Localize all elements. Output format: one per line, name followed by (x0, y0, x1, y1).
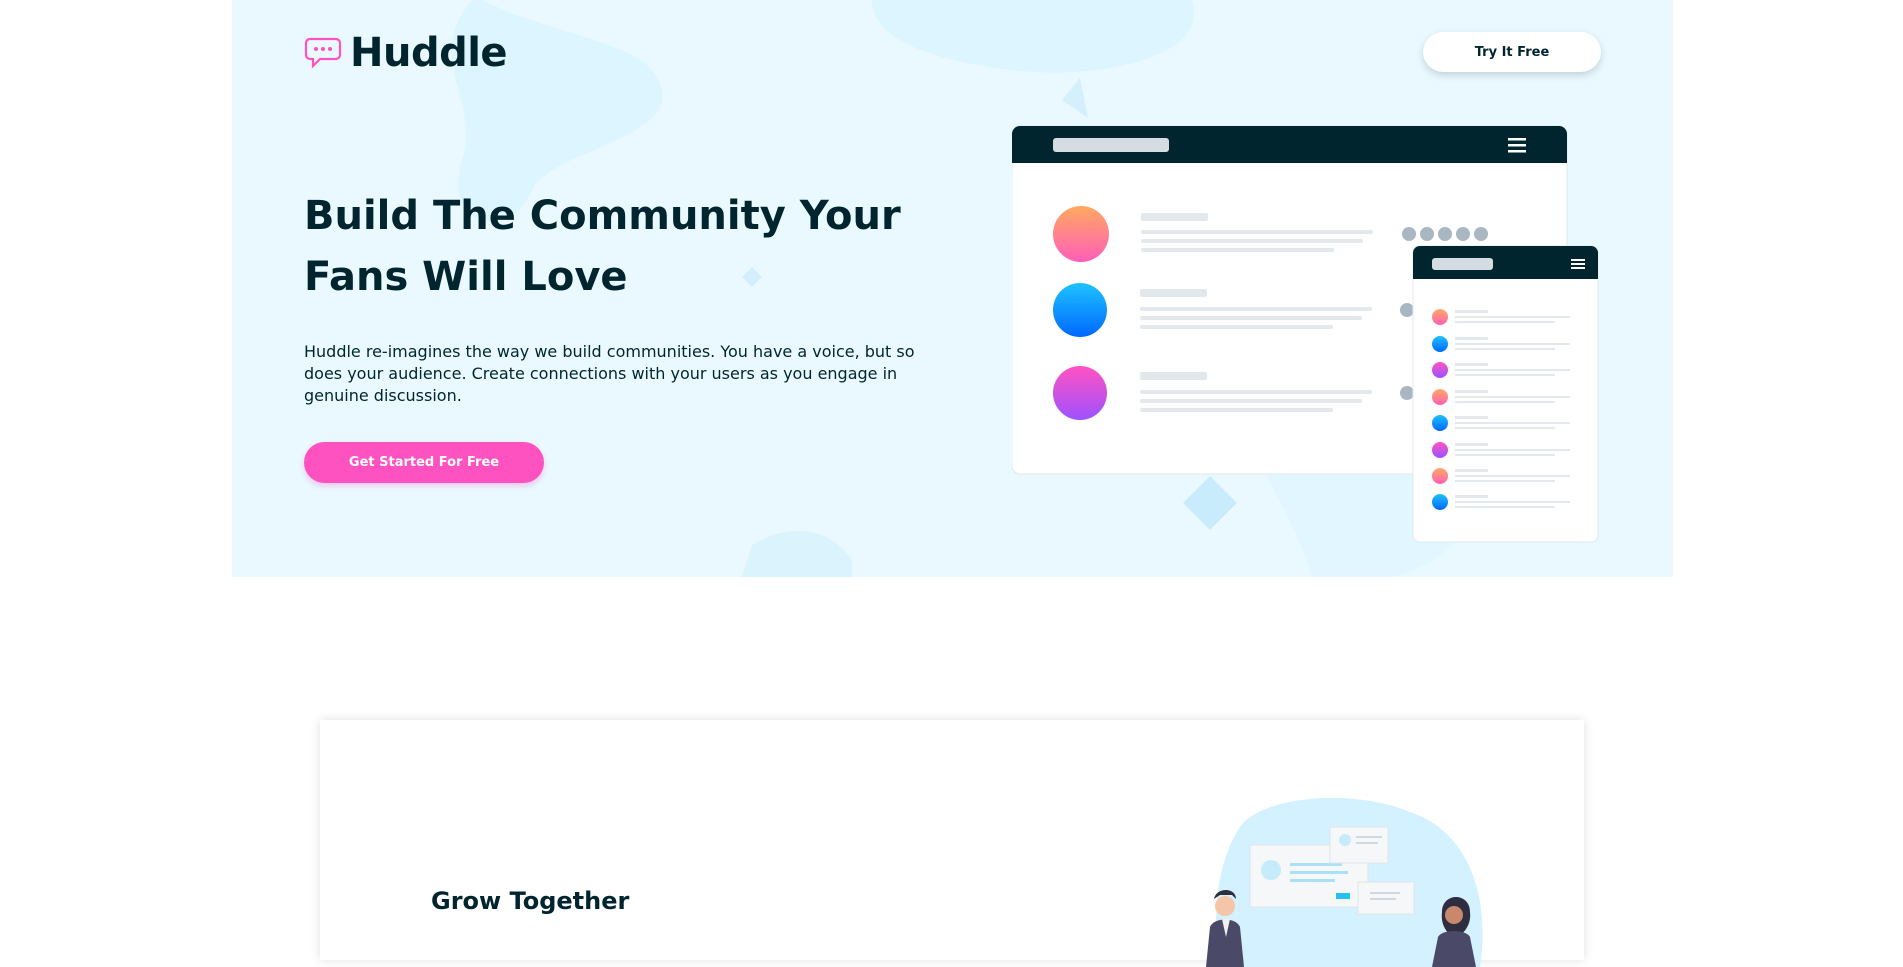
hero-mockup-illustration (1012, 125, 1599, 543)
get-started-button[interactable]: Get Started For Free (304, 442, 544, 483)
chat-bubble-icon (304, 37, 342, 69)
try-it-free-button[interactable]: Try It Free (1423, 32, 1601, 72)
feature-title: Grow Together (431, 887, 630, 915)
hero-description: Huddle re-imagines the way we build comm… (304, 342, 915, 405)
hero-title: Build The Community Your Fans Will Love (304, 193, 901, 300)
hero-section: Huddle Try It Free Build The Community Y… (232, 0, 1673, 577)
grow-together-illustration (1206, 797, 1483, 967)
logo-text: Huddle (350, 30, 508, 76)
logo[interactable]: Huddle (304, 30, 508, 76)
feature-card: Grow Together (320, 720, 1584, 967)
